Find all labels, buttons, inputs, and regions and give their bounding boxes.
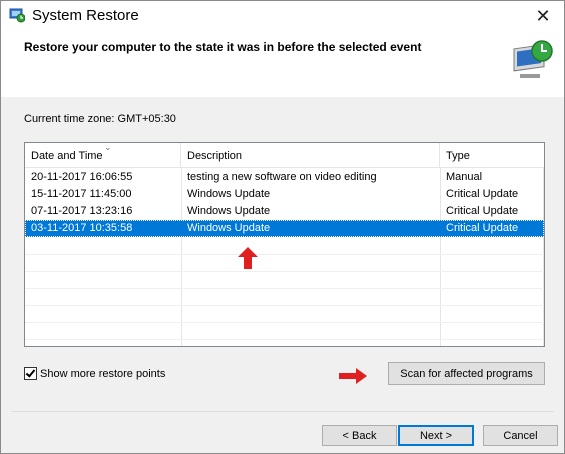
grid-line xyxy=(25,271,544,272)
cancel-button[interactable]: Cancel xyxy=(483,425,558,446)
table-row[interactable]: 07-11-2017 13:23:16 Windows Update Criti… xyxy=(25,203,544,220)
row-date: 07-11-2017 13:23:16 xyxy=(31,205,133,217)
row-description: Windows Update xyxy=(187,222,271,234)
column-header-date[interactable]: Date and Time ⌄ xyxy=(25,143,181,167)
column-header-date-label: Date and Time xyxy=(31,150,103,162)
row-description: testing a new software on video editing xyxy=(187,171,377,183)
separator xyxy=(11,411,554,412)
column-header-type-label: Type xyxy=(446,150,470,162)
current-timezone-label: Current time zone: GMT+05:30 xyxy=(24,113,176,125)
sort-chevron-icon: ⌄ xyxy=(104,142,112,152)
grid-line xyxy=(25,305,544,306)
table-row-selected[interactable]: 03-11-2017 10:35:58 Windows Update Criti… xyxy=(25,220,544,237)
column-header-description-label: Description xyxy=(187,150,243,162)
row-type: Critical Update xyxy=(446,222,519,234)
close-button[interactable]: ✕ xyxy=(528,4,558,28)
grid-line xyxy=(25,254,544,255)
title-bar: System Restore ✕ xyxy=(1,1,564,31)
system-restore-large-icon xyxy=(513,40,553,78)
row-date: 20-11-2017 16:06:55 xyxy=(31,171,133,183)
show-more-restore-points[interactable]: Show more restore points xyxy=(24,367,165,380)
grid-line xyxy=(25,339,544,340)
table-row[interactable]: 15-11-2017 11:45:00 Windows Update Criti… xyxy=(25,186,544,203)
restore-points-list[interactable]: Date and Time ⌄ Description Type 20-11-2… xyxy=(24,142,545,347)
column-header-type[interactable]: Type xyxy=(440,143,544,167)
row-type: Critical Update xyxy=(446,205,519,217)
list-header: Date and Time ⌄ Description Type xyxy=(25,143,544,168)
row-description: Windows Update xyxy=(187,205,271,217)
red-arrow-right-icon xyxy=(339,368,367,384)
row-date: 15-11-2017 11:45:00 xyxy=(31,188,132,200)
column-header-description[interactable]: Description xyxy=(181,143,440,167)
row-date: 03-11-2017 10:35:58 xyxy=(31,222,133,234)
system-restore-icon xyxy=(9,8,25,23)
close-icon: ✕ xyxy=(535,5,551,26)
red-arrow-up-icon xyxy=(238,247,258,269)
back-button[interactable]: < Back xyxy=(322,425,397,446)
row-type: Critical Update xyxy=(446,188,519,200)
grid-line xyxy=(25,288,544,289)
window-title: System Restore xyxy=(32,7,139,24)
header-band: Restore your computer to the state it wa… xyxy=(1,31,564,97)
row-description: Windows Update xyxy=(187,188,271,200)
table-row[interactable]: 20-11-2017 16:06:55 testing a new softwa… xyxy=(25,169,544,186)
show-more-checkbox[interactable] xyxy=(24,367,37,380)
scan-affected-programs-button[interactable]: Scan for affected programs xyxy=(388,362,545,385)
row-type: Manual xyxy=(446,171,483,183)
system-restore-window: System Restore ✕ Restore your computer t… xyxy=(0,0,565,454)
next-button[interactable]: Next > xyxy=(398,425,474,446)
grid-line xyxy=(25,322,544,323)
header-text: Restore your computer to the state it wa… xyxy=(24,40,422,54)
show-more-label: Show more restore points xyxy=(40,367,166,380)
